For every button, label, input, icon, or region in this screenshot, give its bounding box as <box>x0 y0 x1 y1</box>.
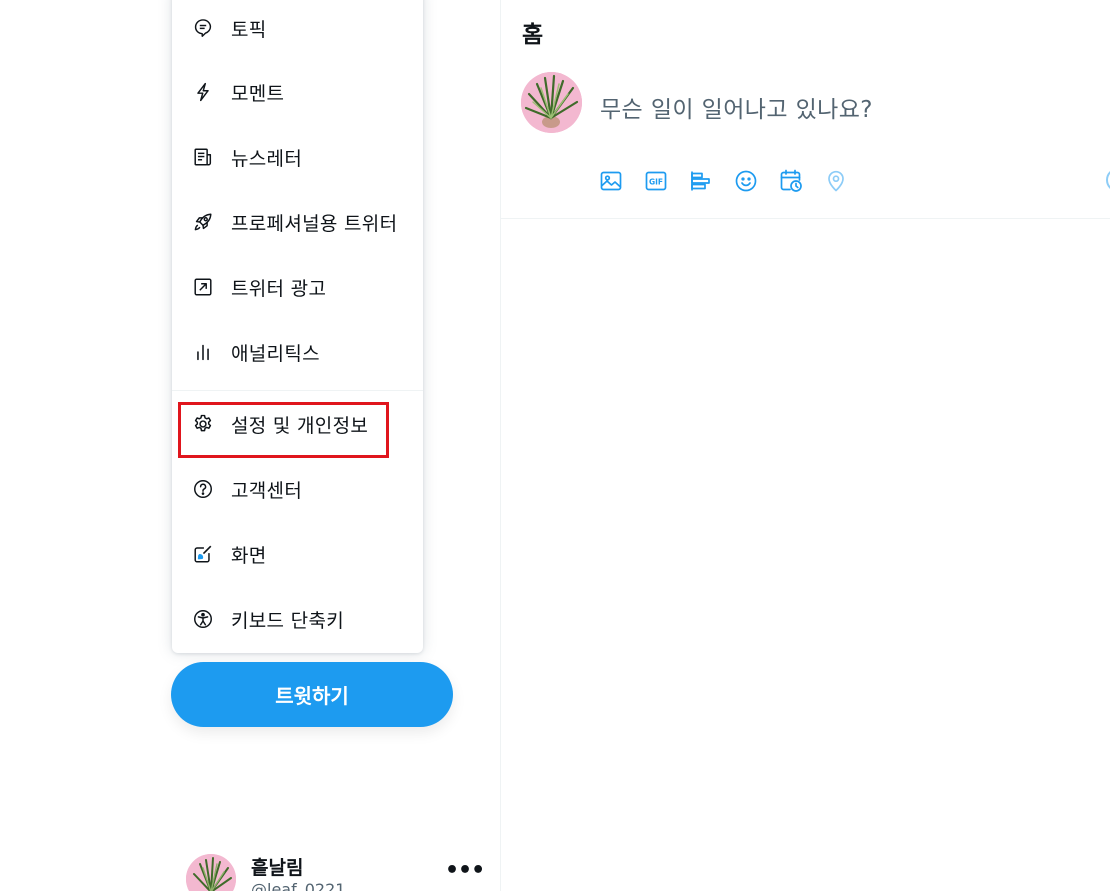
more-menu: 토픽 모멘트 뉴스레터 프로페셔널용 트위터 트위터 광고 애널리틱스 설정 및… <box>172 0 423 653</box>
page: 토픽 모멘트 뉴스레터 프로페셔널용 트위터 트위터 광고 애널리틱스 설정 및… <box>0 0 1110 891</box>
composer-avatar[interactable] <box>521 72 582 133</box>
menu-item-topics[interactable]: 토픽 <box>172 0 423 60</box>
menu-item-newsletter[interactable]: 뉴스레터 <box>172 125 423 189</box>
more-dots-icon[interactable]: ••• <box>445 860 485 888</box>
help-icon <box>191 477 215 501</box>
menu-item-professional[interactable]: 프로페셔널용 트위터 <box>172 190 423 254</box>
menu-item-keyboard-shortcuts[interactable]: 키보드 단축키 <box>172 587 423 651</box>
topics-icon <box>191 16 215 40</box>
menu-item-label: 애널리틱스 <box>231 342 320 365</box>
gif-icon[interactable]: GIF <box>644 169 668 193</box>
gear-icon <box>191 412 215 436</box>
tweet-input[interactable]: 무슨 일이 일어나고 있나요? <box>600 90 873 124</box>
account-switcher[interactable]: 흩날림 @leaf_0221 ••• <box>186 850 485 891</box>
accessibility-icon <box>191 607 215 631</box>
menu-item-label: 설정 및 개인정보 <box>231 414 369 437</box>
menu-item-help-center[interactable]: 고객센터 <box>172 457 423 521</box>
menu-item-label: 키보드 단축키 <box>231 609 345 632</box>
character-counter-icon <box>1106 168 1110 192</box>
menu-item-label: 뉴스레터 <box>231 147 303 170</box>
tweet-button[interactable]: 트윗하기 <box>171 662 453 727</box>
menu-item-label: 트위터 광고 <box>231 277 327 300</box>
menu-item-label: 화면 <box>231 544 267 567</box>
menu-item-ads[interactable]: 트위터 광고 <box>172 255 423 319</box>
main-column: 홈 무슨 일이 일어나고 있나요? GIF <box>500 0 1110 891</box>
menu-item-label: 고객센터 <box>231 479 303 502</box>
emoji-icon[interactable] <box>734 169 758 193</box>
location-icon[interactable] <box>824 169 848 193</box>
menu-item-moments[interactable]: 모멘트 <box>172 60 423 124</box>
menu-item-label: 토픽 <box>231 18 267 41</box>
display-icon <box>191 542 215 566</box>
menu-divider <box>172 390 423 391</box>
avatar <box>186 854 236 891</box>
ads-icon <box>191 275 215 299</box>
menu-item-label: 모멘트 <box>231 82 285 105</box>
composer-toolbar: GIF <box>599 167 869 195</box>
poll-icon[interactable] <box>689 169 713 193</box>
menu-item-analytics[interactable]: 애널리틱스 <box>172 320 423 384</box>
menu-item-display[interactable]: 화면 <box>172 522 423 586</box>
page-title: 홈 <box>522 22 544 48</box>
menu-item-settings[interactable]: 설정 및 개인정보 <box>172 392 423 456</box>
newsletter-icon <box>191 145 215 169</box>
analytics-icon <box>191 340 215 364</box>
tweet-composer: 무슨 일이 일어나고 있나요? GIF <box>501 62 1110 219</box>
schedule-icon[interactable] <box>779 169 803 193</box>
account-name: 흩날림 <box>251 857 304 879</box>
rocket-icon <box>191 210 215 234</box>
account-handle: @leaf_0221 <box>251 880 346 891</box>
menu-item-label: 프로페셔널용 트위터 <box>231 212 398 235</box>
image-icon[interactable] <box>599 169 623 193</box>
moments-icon <box>191 80 215 104</box>
svg-text:GIF: GIF <box>649 177 663 186</box>
